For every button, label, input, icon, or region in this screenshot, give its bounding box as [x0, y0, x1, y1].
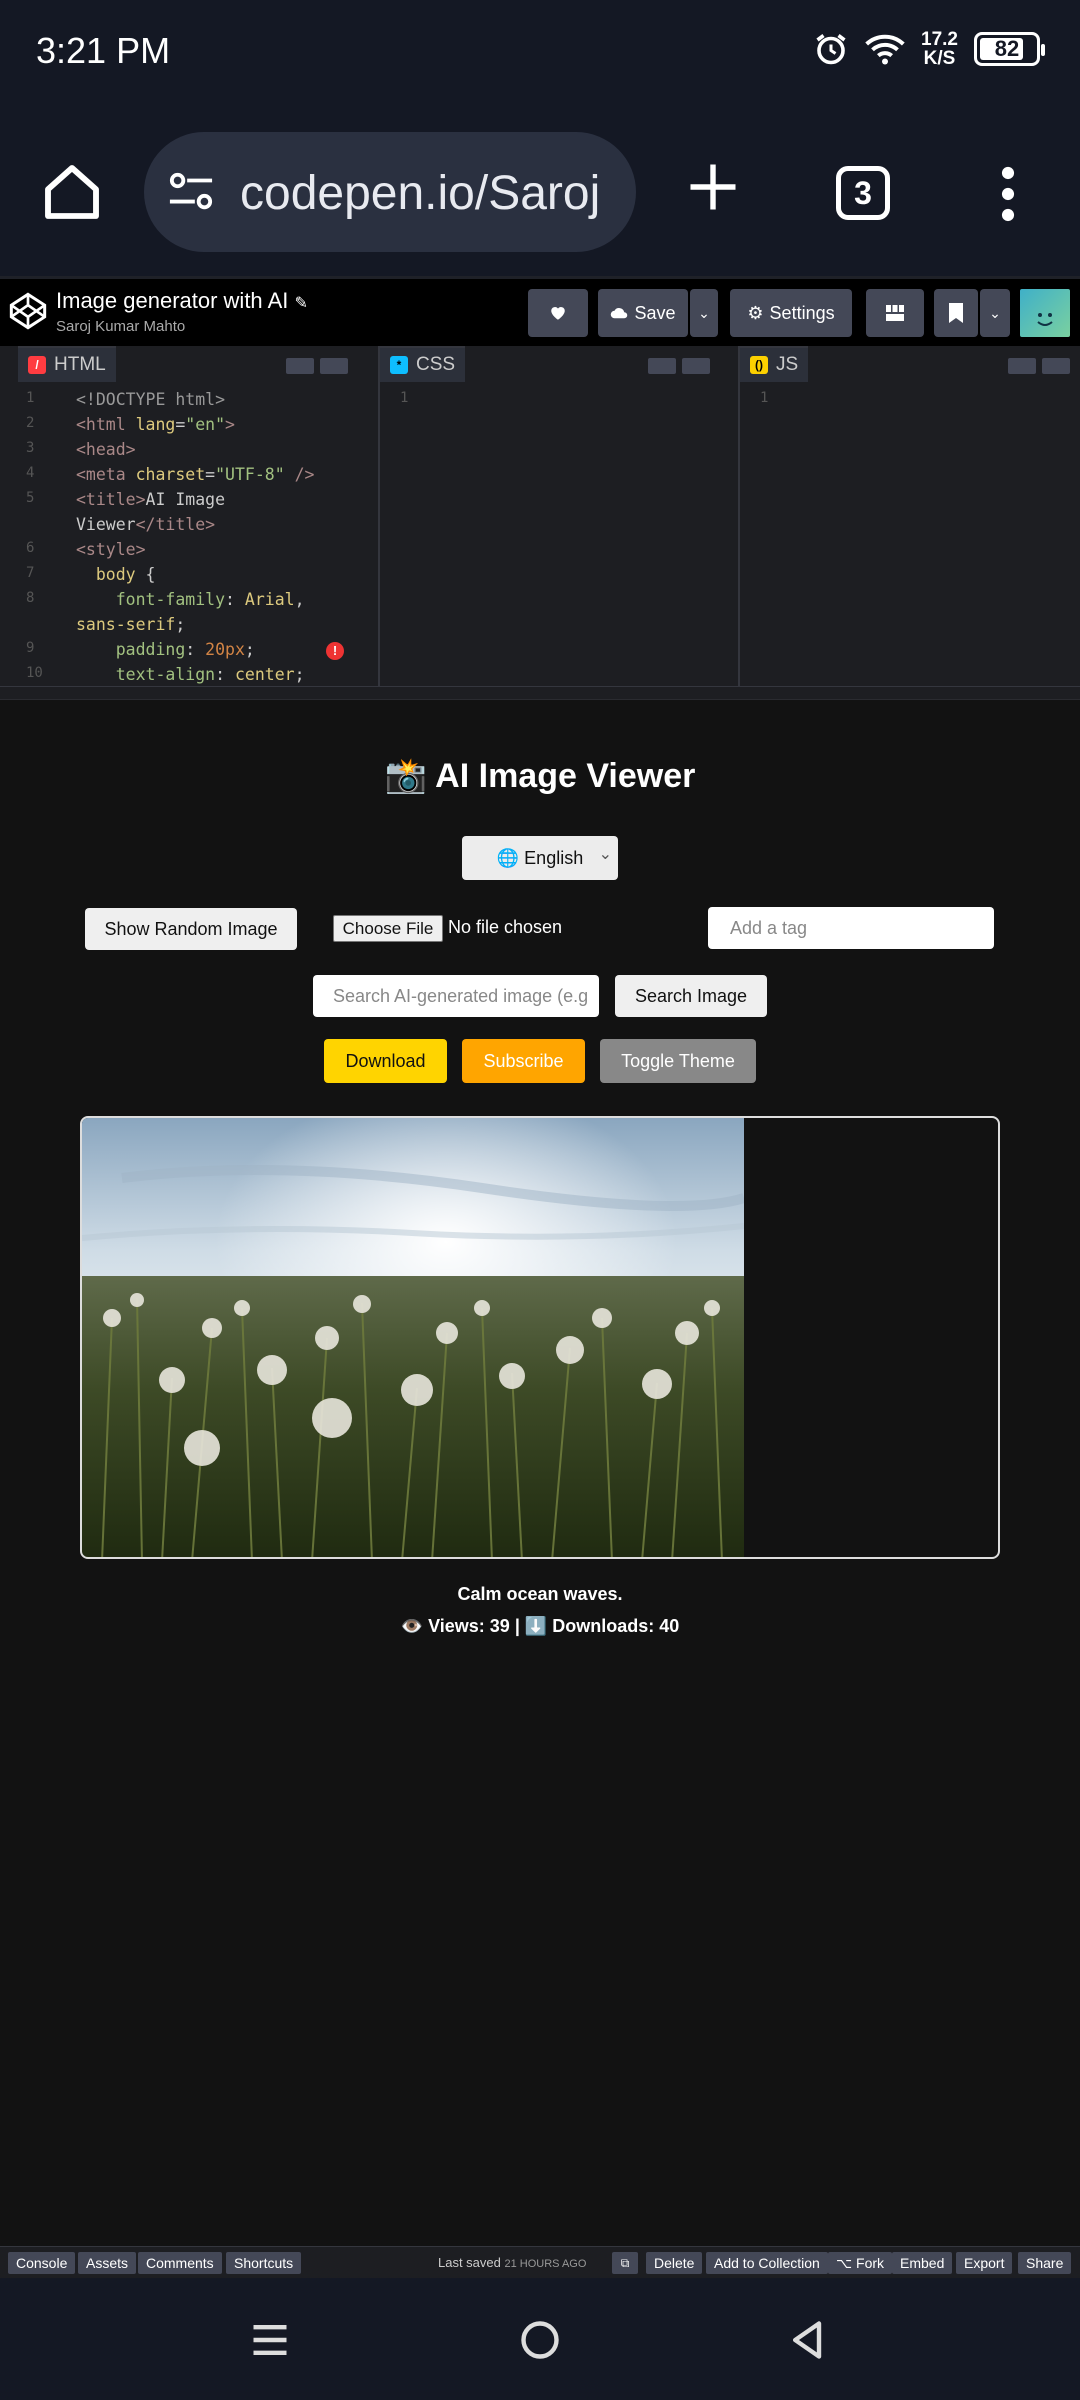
url-text[interactable]: codepen.io/Saroj [240, 166, 600, 221]
image-frame [80, 1116, 1000, 1559]
more-menu-icon[interactable] [994, 166, 1022, 222]
tab-js[interactable]: () JS [740, 346, 809, 382]
share-button[interactable]: Share [1018, 2252, 1072, 2274]
html-editor: / HTML 1 2 3 4 5 6 7 8 9 10 <!DOCTYPE ht… [18, 346, 360, 686]
dandelion-field-image [82, 1118, 744, 1557]
heart-icon [551, 307, 565, 320]
export-button[interactable]: Export [956, 2252, 1013, 2274]
choose-file-button[interactable]: Choose File [333, 915, 443, 942]
tag-input[interactable]: Add a tag [708, 907, 994, 949]
tab-css[interactable]: * CSS [380, 346, 466, 382]
browser-toolbar: codepen.io/Saroj 3 [0, 110, 1080, 276]
search-image-button[interactable]: Search Image [615, 975, 767, 1017]
cloud-icon [611, 308, 628, 319]
css-badge-icon: * [390, 356, 408, 374]
html-settings-gear-icon[interactable] [286, 358, 314, 374]
language-select[interactable]: 🌐 English [462, 836, 618, 880]
chevron-down-icon: ⌄ [698, 304, 710, 321]
js-code-area[interactable]: 1 [740, 382, 1080, 686]
address-bar[interactable]: codepen.io/Saroj [144, 132, 636, 252]
html-code-area[interactable]: 1 2 3 4 5 6 7 8 9 10 <!DOCTYPE html> <ht… [18, 382, 360, 686]
html-badge-icon: / [28, 356, 46, 374]
comments-button[interactable]: Comments [138, 2252, 222, 2274]
image-caption: Calm ocean waves. [457, 1584, 623, 1604]
external-link-icon: ⧉ [620, 2255, 630, 2270]
delete-button[interactable]: Delete [646, 2252, 703, 2274]
tab-switcher-button[interactable]: 3 [836, 166, 890, 220]
editor-area: / HTML 1 2 3 4 5 6 7 8 9 10 <!DOCTYPE ht… [0, 346, 1080, 686]
css-collapse-chevron-icon[interactable] [682, 358, 710, 374]
css-editor: * CSS 1 [378, 346, 720, 686]
tab-html[interactable]: / HTML [18, 346, 116, 382]
js-collapse-chevron-icon[interactable] [1042, 358, 1070, 374]
site-settings-icon[interactable] [168, 172, 214, 212]
js-settings-gear-icon[interactable] [1008, 358, 1036, 374]
image-stats: 👁️ Views: 39 | ⬇️ Downloads: 40 [400, 1616, 680, 1636]
html-collapse-chevron-icon[interactable] [320, 358, 348, 374]
subscribe-button[interactable]: Subscribe [462, 1039, 585, 1083]
embed-button[interactable]: Embed [892, 2252, 953, 2274]
result-preview: 📸 AI Image Viewer 🌐 English Show Random … [0, 700, 1080, 2246]
back-nav-icon[interactable] [786, 2318, 830, 2362]
alarm-icon [816, 34, 846, 65]
user-avatar[interactable] [1020, 289, 1070, 337]
js-badge-icon: () [750, 356, 768, 374]
gear-icon: ⚙ [747, 302, 764, 323]
save-dropdown-button[interactable]: ⌄ [690, 289, 718, 337]
resize-handle[interactable] [0, 686, 1080, 700]
pen-title[interactable]: Image generator with AI ✎ [56, 288, 308, 314]
recent-apps-icon[interactable] [248, 2318, 292, 2362]
download-button[interactable]: Download [324, 1039, 447, 1083]
codepen-footer: Console Assets Comments Shortcuts Last s… [0, 2246, 1080, 2278]
status-time: 3:21 PM [36, 30, 171, 71]
js-editor: () JS 1 [738, 346, 1080, 686]
show-random-image-button[interactable]: Show Random Image [85, 908, 297, 950]
battery-icon: 82 [974, 32, 1045, 66]
system-nav-bar [0, 2278, 1080, 2400]
codepen-header: Image generator with AI ✎ Saroj Kumar Ma… [0, 276, 1080, 346]
shortcuts-button[interactable]: Shortcuts [226, 2252, 302, 2274]
toggle-theme-button[interactable]: Toggle Theme [600, 1039, 756, 1083]
new-tab-icon[interactable] [686, 160, 740, 214]
status-icons: 17.2 K/S 82 [813, 29, 1045, 69]
search-input[interactable]: Search AI-generated image (e.g [313, 975, 599, 1017]
home-nav-icon[interactable] [518, 2318, 562, 2362]
bookmark-icon [949, 303, 963, 323]
chevron-down-icon: ⌄ [989, 304, 1001, 321]
fork-button[interactable]: ⌥ Fork [828, 2252, 893, 2274]
console-button[interactable]: Console [8, 2252, 76, 2274]
smiley-avatar-icon [1037, 313, 1053, 326]
settings-button[interactable]: ⚙ Settings [730, 289, 852, 337]
add-to-collection-button[interactable]: Add to Collection [706, 2252, 828, 2274]
file-status-text: No file chosen [448, 917, 563, 937]
edit-pencil-icon[interactable]: ✎ [294, 295, 307, 312]
assets-button[interactable]: Assets [78, 2252, 137, 2274]
page-title: 📸 AI Image Viewer [384, 757, 696, 795]
layout-grid-icon [886, 305, 904, 321]
love-button[interactable] [528, 289, 588, 337]
layout-button[interactable] [866, 289, 924, 337]
status-bar: 3:21 PM 17.2 K/S 82 [0, 0, 1080, 110]
pen-author[interactable]: Saroj Kumar Mahto [56, 318, 185, 335]
css-code-area[interactable]: 1 [380, 382, 720, 686]
home-icon[interactable] [40, 160, 104, 224]
codepen-logo-icon[interactable] [8, 291, 48, 331]
css-settings-gear-icon[interactable] [648, 358, 676, 374]
save-button[interactable]: Save [598, 289, 688, 337]
bookmark-button[interactable] [934, 289, 978, 337]
network-speed: 17.2 K/S [921, 29, 958, 69]
last-saved-text: Last saved 21 HOURS AGO [438, 2255, 587, 2270]
open-external-button[interactable]: ⧉ [612, 2252, 638, 2274]
wifi-icon [865, 34, 905, 65]
bookmark-dropdown-button[interactable]: ⌄ [980, 289, 1010, 337]
error-indicator-icon[interactable]: ! [326, 642, 344, 660]
